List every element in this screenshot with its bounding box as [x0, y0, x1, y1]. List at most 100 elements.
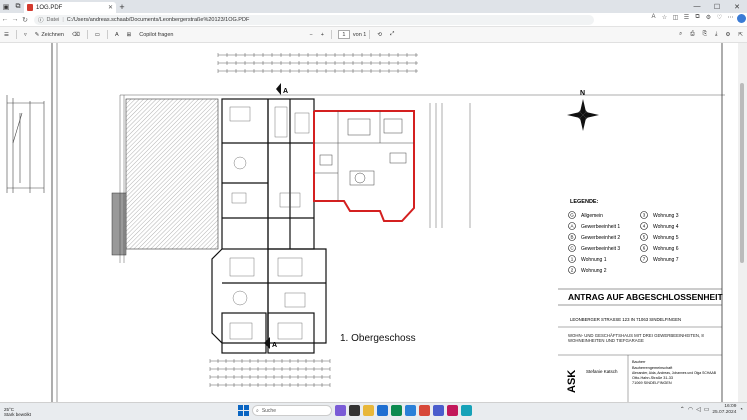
settings-icon[interactable]: ⚙	[721, 32, 734, 38]
explorer-icon[interactable]	[363, 405, 374, 416]
close-tab-icon[interactable]: ✕	[108, 4, 113, 11]
close-window-button[interactable]: ✕	[727, 3, 747, 11]
pdf-viewer[interactable]: A A 1. Obergeschoss N LEGENDE: G Allgeme…	[0, 43, 747, 402]
svg-text:2: 2	[571, 268, 574, 273]
address-bar-row: ← → ↻ ⓘ Datei | C:/Users/andreas.schaab/…	[0, 13, 747, 27]
floor-plan-drawing: A A 1. Obergeschoss N LEGENDE: G Allgeme…	[6, 43, 725, 402]
acrobat-icon[interactable]	[447, 405, 458, 416]
copilot-app-icon[interactable]	[335, 405, 346, 416]
more-menu-icon[interactable]: ⋯	[725, 14, 736, 25]
outlook-icon[interactable]	[377, 405, 388, 416]
legend-item: 6 Wohnung 6	[640, 244, 679, 252]
svg-text:4: 4	[643, 224, 646, 229]
pin-icon[interactable]: ⇱	[734, 32, 747, 38]
eraser-icon[interactable]: ⌫	[68, 32, 84, 38]
battery-icon[interactable]: ▭	[704, 406, 710, 413]
copilot-label: Copilot fragen	[139, 31, 174, 38]
info-icon[interactable]: ⓘ	[38, 16, 44, 24]
page-view-icon[interactable]: ▭	[91, 32, 104, 38]
legend-item: G Allgemein	[568, 211, 603, 219]
client-label: Bauherr	[632, 360, 646, 364]
left-section-detail	[6, 95, 45, 193]
svg-text:5: 5	[643, 235, 646, 240]
fit-page-icon[interactable]: ⤢	[386, 31, 398, 38]
notification-bell-icon[interactable]: ◔	[739, 407, 743, 413]
collections-icon[interactable]: ⧉	[692, 14, 703, 25]
back-icon[interactable]: ←	[0, 16, 10, 23]
weather-widget[interactable]: 25°C Stark bewölkt	[0, 407, 31, 417]
teams-icon[interactable]	[433, 405, 444, 416]
svg-text:Wohnung 1: Wohnung 1	[581, 257, 607, 263]
save-icon[interactable]: ⎘	[699, 31, 711, 38]
forward-icon[interactable]: →	[10, 16, 20, 23]
svg-text:3: 3	[643, 213, 646, 218]
edge-pdf-icon[interactable]	[461, 405, 472, 416]
minimize-button[interactable]: —	[687, 3, 707, 11]
clock-date: 25.07.2024	[712, 409, 737, 415]
highlight-icon[interactable]: ▿	[20, 32, 31, 38]
title-heading: ANTRAG AUF ABGESCHLOSSENHEIT	[568, 292, 724, 302]
floor-label: 1. Obergeschoss	[340, 333, 416, 344]
favorites-icon[interactable]: ☰	[681, 14, 692, 25]
legend-title: LEGENDE:	[570, 199, 599, 205]
search-icon: ⌕	[256, 407, 259, 414]
save-as-icon[interactable]: ⤓	[711, 31, 721, 38]
office-name: Stefanie Katsch	[586, 369, 618, 374]
add-text-icon[interactable]: ⊞	[123, 32, 136, 38]
read-aloud-pdf-icon[interactable]: A	[111, 32, 123, 38]
zoom-in-button[interactable]: +	[317, 32, 328, 38]
zoom-out-button[interactable]: −	[305, 32, 316, 38]
title-project: WOHN- UND GESCHÄFTSHAUS MIT DREI GEWERBE…	[568, 333, 704, 344]
favorite-star-icon[interactable]: ☆	[659, 14, 670, 25]
search-pdf-icon[interactable]: ⌕	[675, 31, 686, 38]
taskbar-search[interactable]: ⌕ Suche	[252, 405, 332, 416]
svg-text:G: G	[570, 213, 574, 218]
split-screen-icon[interactable]: ◫	[670, 14, 681, 25]
terrace-hatched-area	[125, 98, 219, 250]
volume-icon[interactable]: ◁	[696, 406, 701, 413]
profile-icon[interactable]: ▣	[0, 1, 12, 13]
maximize-button[interactable]: ☐	[707, 3, 727, 11]
weather-text: Stark bewölkt	[4, 411, 32, 417]
excel-icon[interactable]	[391, 405, 402, 416]
tab-1og-pdf[interactable]: 1OG.PDF ✕	[24, 2, 116, 13]
clock[interactable]: 16:09 25.07.2024	[712, 404, 736, 415]
start-button[interactable]	[238, 405, 249, 416]
draw-button[interactable]: ✎ Zeichnen	[31, 32, 68, 38]
address-scheme-label: Datei	[46, 16, 60, 23]
browser-essentials-icon[interactable]: ♡	[714, 14, 725, 25]
legend-item: 4 Wohnung 4	[640, 222, 679, 230]
vertical-scrollbar[interactable]	[738, 43, 747, 402]
svg-text:7: 7	[643, 257, 646, 262]
new-tab-button[interactable]: +	[116, 2, 128, 12]
address-bar[interactable]: ⓘ Datei | C:/Users/andreas.schaab/Docume…	[34, 14, 594, 25]
url-text[interactable]: C:/Users/andreas.schaab/Documents/Leonbe…	[67, 17, 250, 23]
contents-icon[interactable]: ☰	[0, 32, 13, 38]
tab-actions-icon[interactable]: ⧉	[12, 1, 24, 13]
page-total: von 1	[352, 31, 367, 38]
interior-details	[229, 106, 310, 340]
scrollbar-thumb[interactable]	[740, 83, 744, 263]
edge-icon[interactable]	[405, 405, 416, 416]
building-walls	[211, 98, 327, 354]
extensions-icon[interactable]: ⚙	[703, 14, 714, 25]
svg-text:Bauherrengemeinschaft: Bauherrengemeinschaft	[632, 366, 673, 370]
svg-text:Wohnung 4: Wohnung 4	[653, 224, 679, 230]
svg-text:B: B	[570, 235, 573, 240]
wifi-icon[interactable]: ◠	[688, 406, 693, 413]
read-aloud-icon[interactable]: A	[648, 14, 659, 25]
pdf-toolbar: ☰ ▿ ✎ Zeichnen ⌫ ▭ A ⊞ Copilot fragen − …	[0, 27, 747, 43]
north-arrow-icon: N	[567, 90, 599, 131]
copilot-icon[interactable]	[736, 14, 747, 25]
tray-chevron-icon[interactable]: ⌃	[680, 406, 685, 413]
chrome-icon[interactable]	[419, 405, 430, 416]
rotate-icon[interactable]: ⟲	[373, 32, 386, 38]
title-block: ANTRAG AUF ABGESCHLOSSENHEIT LEONBERGER …	[558, 288, 724, 402]
svg-text:1: 1	[571, 257, 574, 262]
page-number-input[interactable]: 1	[337, 30, 350, 39]
task-view-icon[interactable]	[349, 405, 360, 416]
svg-text:Otto-Hahn-Straße 31-33: Otto-Hahn-Straße 31-33	[632, 376, 673, 380]
refresh-icon[interactable]: ↻	[20, 16, 30, 24]
copilot-button[interactable]: Copilot fragen	[135, 32, 177, 38]
print-icon[interactable]: ⎙	[686, 31, 698, 38]
